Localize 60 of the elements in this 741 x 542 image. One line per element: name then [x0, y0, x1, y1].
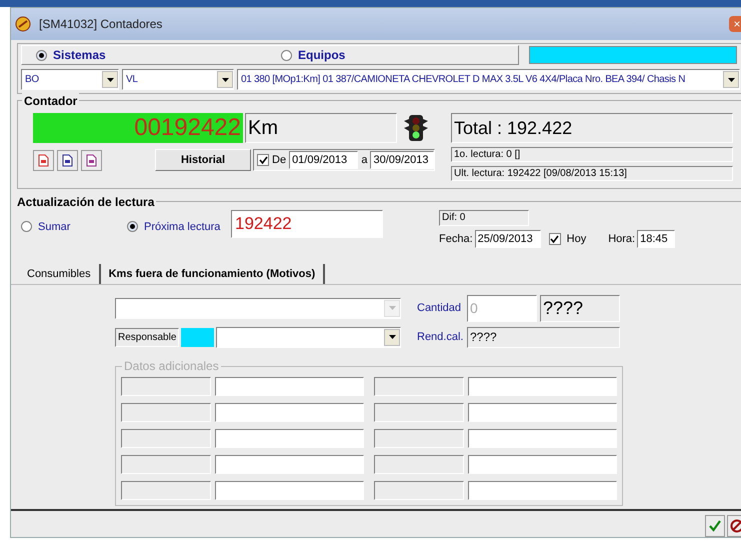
date-label: Fecha: — [439, 232, 473, 247]
checkbox[interactable] — [548, 233, 561, 246]
responsible-label: Responsable — [115, 328, 179, 347]
radio-label[interactable]: Próxima lectura — [144, 218, 220, 236]
last-reading-text: Ult. lectura: 192422 [09/08/2013 15:13] — [451, 166, 733, 181]
confirm-icon[interactable] — [705, 514, 725, 537]
today-label: Hoy — [566, 232, 586, 247]
yield-display: ???? — [467, 326, 620, 348]
yield-label: Rend.cal. — [417, 330, 464, 346]
dropdown-field[interactable] — [216, 326, 401, 348]
date-field[interactable]: 25/09/2013 — [474, 230, 541, 248]
date-label: De — [272, 152, 286, 168]
input-field[interactable] — [468, 402, 617, 422]
group-title: Datos adicionales — [122, 358, 221, 373]
quantity-result: ???? — [540, 294, 620, 322]
total-display: Total : 192.422 — [451, 113, 733, 143]
radio-label[interactable]: Sumar — [38, 218, 70, 236]
document-icon[interactable] — [81, 150, 102, 170]
cancel-icon[interactable] — [727, 514, 741, 537]
input-field[interactable] — [468, 428, 617, 448]
window-title: [SM41032] Contadores — [39, 16, 162, 33]
dropdown-field[interactable]: BO — [21, 69, 119, 90]
dropdown-value: VL — [125, 73, 139, 87]
input-field[interactable] — [468, 454, 617, 474]
time-label: Hora: — [608, 232, 636, 247]
dropdown-field[interactable] — [115, 298, 401, 319]
dropdown-field[interactable]: 01 380 [MOp1:Km] 01 387/CAMIONETA CHEVROLET D MAX 3.5L V6 4X4/Placa Nro. BEA 394/ Chasis N — [237, 69, 740, 90]
close-button[interactable]: × — [729, 16, 741, 32]
radio-label[interactable]: Equipos — [298, 46, 346, 64]
input-field[interactable] — [215, 402, 364, 422]
history-button[interactable]: Historial — [155, 149, 251, 171]
document-icon[interactable] — [57, 150, 78, 170]
dropdown-value: BO — [24, 73, 40, 87]
radio-button[interactable] — [21, 221, 32, 232]
radio-button[interactable] — [36, 50, 47, 60]
time-field[interactable]: 18:45 — [637, 230, 676, 248]
app-icon — [15, 16, 31, 32]
input-field[interactable] — [215, 454, 364, 474]
counter-display: 00192422 — [33, 113, 243, 143]
date-field[interactable]: 01/09/2013 — [289, 150, 358, 170]
date-label: a — [361, 152, 368, 168]
document-icon[interactable] — [33, 150, 54, 170]
date-field[interactable]: 30/09/2013 — [370, 150, 434, 170]
quantity-label: Cantidad — [417, 301, 462, 316]
color-field — [181, 328, 214, 347]
input-field[interactable] — [215, 480, 364, 500]
checkbox[interactable] — [257, 154, 269, 166]
input-field[interactable] — [215, 428, 364, 448]
radio-button[interactable] — [127, 221, 138, 232]
unit-display: Km — [245, 113, 397, 143]
dropdown-value: 01 380 [MOp1:Km] 01 387/CAMIONETA CHEVROLET D MAX 3.5L V6 4X4/Placa Nro. BEA 394/ Chasis N — [240, 73, 686, 87]
dropdown-field[interactable]: VL — [122, 69, 234, 90]
input-field[interactable] — [468, 376, 617, 396]
difference-display: Dif: 0 — [439, 210, 529, 226]
input-field[interactable] — [468, 480, 617, 500]
radio-button[interactable] — [281, 50, 292, 60]
input-field[interactable] — [215, 376, 364, 396]
radio-label[interactable]: Sistemas — [53, 46, 106, 64]
first-reading-text: 1o. lectura: 0 [] — [451, 147, 733, 162]
reading-input[interactable]: 192422 — [231, 210, 383, 238]
